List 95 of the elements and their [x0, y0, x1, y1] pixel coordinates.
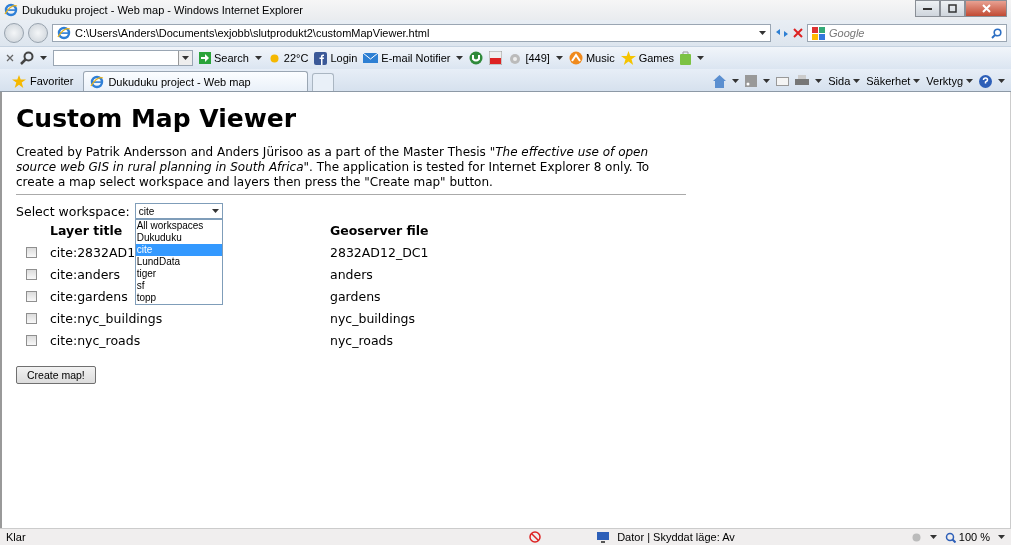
printer-icon[interactable]: [795, 75, 810, 87]
geoserver-file: anders: [330, 266, 373, 282]
caret-icon[interactable]: [732, 79, 740, 83]
zoom-button[interactable]: 100 %: [944, 531, 990, 543]
workspace-label: Select workspace:: [16, 203, 130, 219]
caret-icon[interactable]: [998, 535, 1005, 539]
layer-title: cite:gardens: [50, 288, 128, 304]
layer-checkbox[interactable]: [26, 268, 37, 280]
toolbar-search-field[interactable]: [53, 50, 193, 66]
dropdown-option[interactable]: topp: [135, 292, 222, 304]
address-field[interactable]: C:\Users\Anders\Documents\exjobb\slutprodukt2\customMapViewer.html: [52, 24, 771, 42]
close-icon: [981, 4, 991, 13]
search-icon[interactable]: [991, 27, 1002, 39]
browser-tab[interactable]: Dukuduku project - Web map: [83, 71, 309, 91]
geoserver-file: gardens: [330, 288, 381, 304]
home-icon[interactable]: [713, 74, 727, 88]
toolbar-button[interactable]: Login: [314, 51, 358, 65]
caret-icon[interactable]: [211, 209, 219, 213]
layer-title: cite:2832AD1: [50, 244, 136, 260]
toolbar-button[interactable]: Games: [620, 51, 675, 65]
search-icon[interactable]: [20, 51, 34, 65]
search-field[interactable]: Google: [807, 24, 1007, 42]
caret-icon[interactable]: [254, 56, 262, 60]
caret-icon[interactable]: [913, 79, 921, 83]
zone-text: Dator | Skyddat läge: Av: [617, 531, 735, 543]
geoserver-file: nyc_roads: [330, 332, 394, 348]
envelope-icon[interactable]: [776, 76, 790, 86]
zoom-icon: [944, 531, 956, 543]
caret-icon[interactable]: [555, 56, 563, 60]
toolbar-button[interactable]: E-mail Notifier: [363, 52, 451, 64]
caret-icon[interactable]: [815, 79, 823, 83]
close-button[interactable]: [965, 0, 1007, 17]
minimize-icon: [923, 7, 932, 10]
toolbar-button[interactable]: Search: [199, 52, 249, 64]
layer-checkbox[interactable]: [26, 290, 37, 302]
geoserver-file: 2832AD12_DC1: [330, 244, 429, 260]
layer-checkbox[interactable]: [26, 334, 37, 346]
dropdown-option[interactable]: sf: [135, 280, 222, 292]
layer-title: cite:nyc_buildings: [50, 310, 163, 326]
computer-icon: [597, 531, 610, 543]
caret-icon[interactable]: [759, 31, 766, 35]
toolbar-button[interactable]: Music: [568, 51, 615, 65]
dropdown-option[interactable]: LundData: [135, 256, 222, 268]
caret-icon[interactable]: [763, 79, 771, 83]
close-icon[interactable]: [6, 54, 14, 62]
favorites-button[interactable]: Favoriter: [6, 71, 80, 91]
privacy-icon: [529, 531, 542, 543]
layer-checkbox[interactable]: [26, 312, 37, 324]
dropdown-option[interactable]: tiger: [135, 268, 222, 280]
envelope-icon: [363, 53, 379, 63]
facebook-icon: [314, 51, 328, 65]
video-icon[interactable]: [489, 51, 503, 65]
layer-title: cite:nyc_roads: [50, 332, 141, 348]
restore-button[interactable]: [940, 0, 965, 17]
caret-icon[interactable]: [697, 56, 705, 60]
caret-icon[interactable]: [40, 56, 47, 60]
caret-icon[interactable]: [456, 56, 464, 60]
geoserver-file: nyc_buildings: [330, 310, 416, 326]
music-icon: [568, 51, 583, 65]
star-icon: [620, 51, 636, 65]
dropdown-option[interactable]: Dukuduku: [135, 232, 222, 244]
layer-checkbox[interactable]: [26, 246, 37, 258]
help-icon[interactable]: [979, 74, 992, 88]
caret-icon[interactable]: [182, 56, 189, 60]
browser-logo-icon: [4, 3, 18, 17]
column-header: Layer title: [50, 222, 123, 238]
layer-title: cite:anders: [50, 266, 120, 282]
caret-icon[interactable]: [929, 535, 937, 539]
browser-logo-icon: [90, 74, 105, 89]
menu-button[interactable]: Verktyg: [926, 75, 973, 87]
torrent-icon[interactable]: [469, 51, 484, 65]
star-icon: [12, 74, 26, 88]
caret-icon[interactable]: [853, 79, 861, 83]
toolbar-button[interactable]: [449]: [508, 51, 550, 65]
caret-icon[interactable]: [998, 79, 1005, 83]
toolbar-button[interactable]: 22°C: [267, 51, 309, 65]
arrow-icon: [199, 52, 211, 64]
status-text: Klar: [6, 531, 26, 543]
window-title: Dukuduku project - Web map - Windows Internet Explorer: [22, 4, 305, 16]
google-logo-icon: [812, 26, 825, 40]
menu-button[interactable]: Säkerhet: [866, 75, 921, 87]
create-map-button[interactable]: Create map!: [16, 366, 96, 384]
dropdown-option[interactable]: All workspaces: [135, 220, 222, 232]
restore-icon: [948, 4, 957, 13]
feed-icon[interactable]: [745, 75, 758, 87]
caret-icon[interactable]: [966, 79, 973, 83]
intro-paragraph: Created by Patrik Andersson and Anders Jürisoo as a part of the Master Thesis "The effective use of open source web GIS in rural planning in South Africa". The application is tested for Internet Explorer 8 only. To create a map select workspace and layers then press the "Create map" button.: [16, 145, 651, 190]
column-header: Geoserver file: [330, 222, 429, 238]
stop-icon[interactable]: [793, 28, 803, 38]
browser-logo-icon: [57, 26, 71, 40]
refresh-icon[interactable]: [775, 27, 789, 39]
menu-button[interactable]: Sida: [828, 75, 861, 87]
workspace-dropdown[interactable]: cite: [134, 203, 223, 219]
page-heading: Custom Map Viewer: [16, 104, 298, 133]
minimize-button[interactable]: [915, 0, 940, 17]
